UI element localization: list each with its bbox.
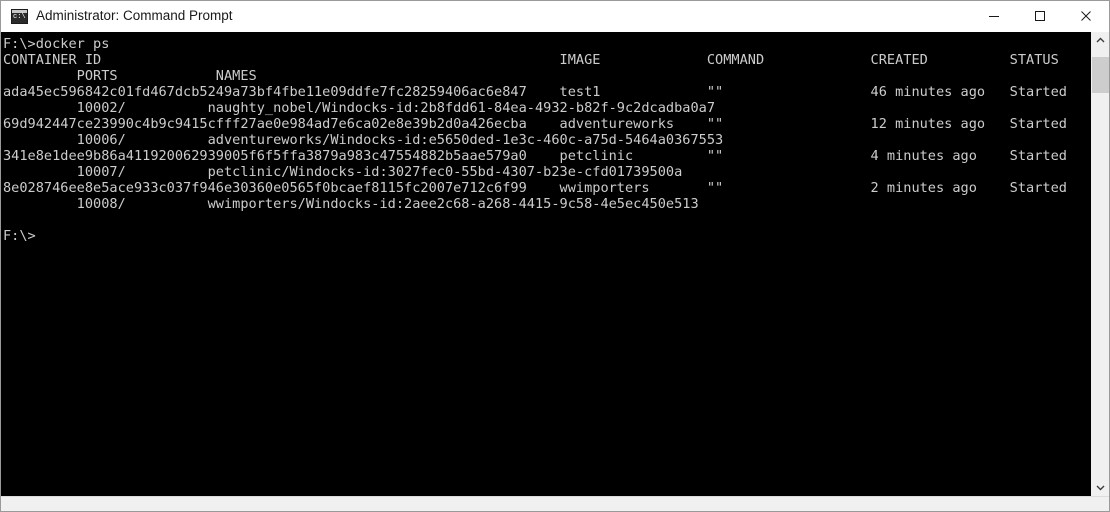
scroll-up-arrow[interactable] — [1092, 32, 1109, 49]
console-line: 10007/ petclinic/Windocks-id:3027fec0-55… — [3, 164, 683, 180]
horizontal-scrollbar[interactable] — [1, 496, 1109, 511]
console-line: 8e028746ee8e5ace933c037f946e30360e0565f0… — [3, 180, 1067, 196]
cmd-icon-glyph: c:\ — [13, 12, 26, 21]
console-area: F:\>docker ps CONTAINER ID IMAGE COMMAND … — [1, 32, 1109, 496]
console-line: 10006/ adventureworks/Windocks-id:e5650d… — [3, 132, 724, 148]
title-bar[interactable]: c:\ Administrator: Command Prompt — [1, 1, 1109, 32]
scroll-right-arrow[interactable] — [1095, 497, 1109, 511]
scroll-thumb[interactable] — [1092, 57, 1109, 93]
horizontal-scroll-track[interactable] — [15, 497, 1095, 511]
scroll-down-arrow[interactable] — [1092, 479, 1109, 496]
console-line: F:\>docker ps — [3, 36, 110, 52]
console-line: PORTS NAMES — [3, 68, 257, 84]
console-line: 10008/ wwimporters/Windocks-id:2aee2c68-… — [3, 196, 699, 212]
console-output[interactable]: F:\>docker ps CONTAINER ID IMAGE COMMAND … — [1, 32, 1091, 496]
console-line: F:\> — [3, 228, 36, 244]
minimize-button[interactable] — [971, 1, 1017, 31]
maximize-button[interactable] — [1017, 1, 1063, 31]
window-controls — [971, 1, 1109, 31]
window-title: Administrator: Command Prompt — [36, 8, 233, 23]
console-line: 69d942447ce23990c4b9c9415cfff27ae0e984ad… — [3, 116, 1067, 132]
console-line: 341e8e1dee9b86a411920062939005f6f5ffa387… — [3, 148, 1067, 164]
vertical-scrollbar[interactable] — [1091, 32, 1109, 496]
scroll-left-arrow[interactable] — [1, 497, 15, 511]
console-line: ada45ec596842c01fd467dcb5249a73bf4fbe11e… — [3, 84, 1067, 100]
scroll-track[interactable] — [1092, 49, 1109, 479]
console-line: CONTAINER ID IMAGE COMMAND CREATED STATU… — [3, 52, 1059, 68]
console-line: 10002/ naughty_nobel/Windocks-id:2b8fdd6… — [3, 100, 716, 116]
command-prompt-window: c:\ Administrator: Command Prompt F:\>do… — [0, 0, 1110, 512]
cmd-icon: c:\ — [11, 8, 28, 24]
close-button[interactable] — [1063, 1, 1109, 31]
